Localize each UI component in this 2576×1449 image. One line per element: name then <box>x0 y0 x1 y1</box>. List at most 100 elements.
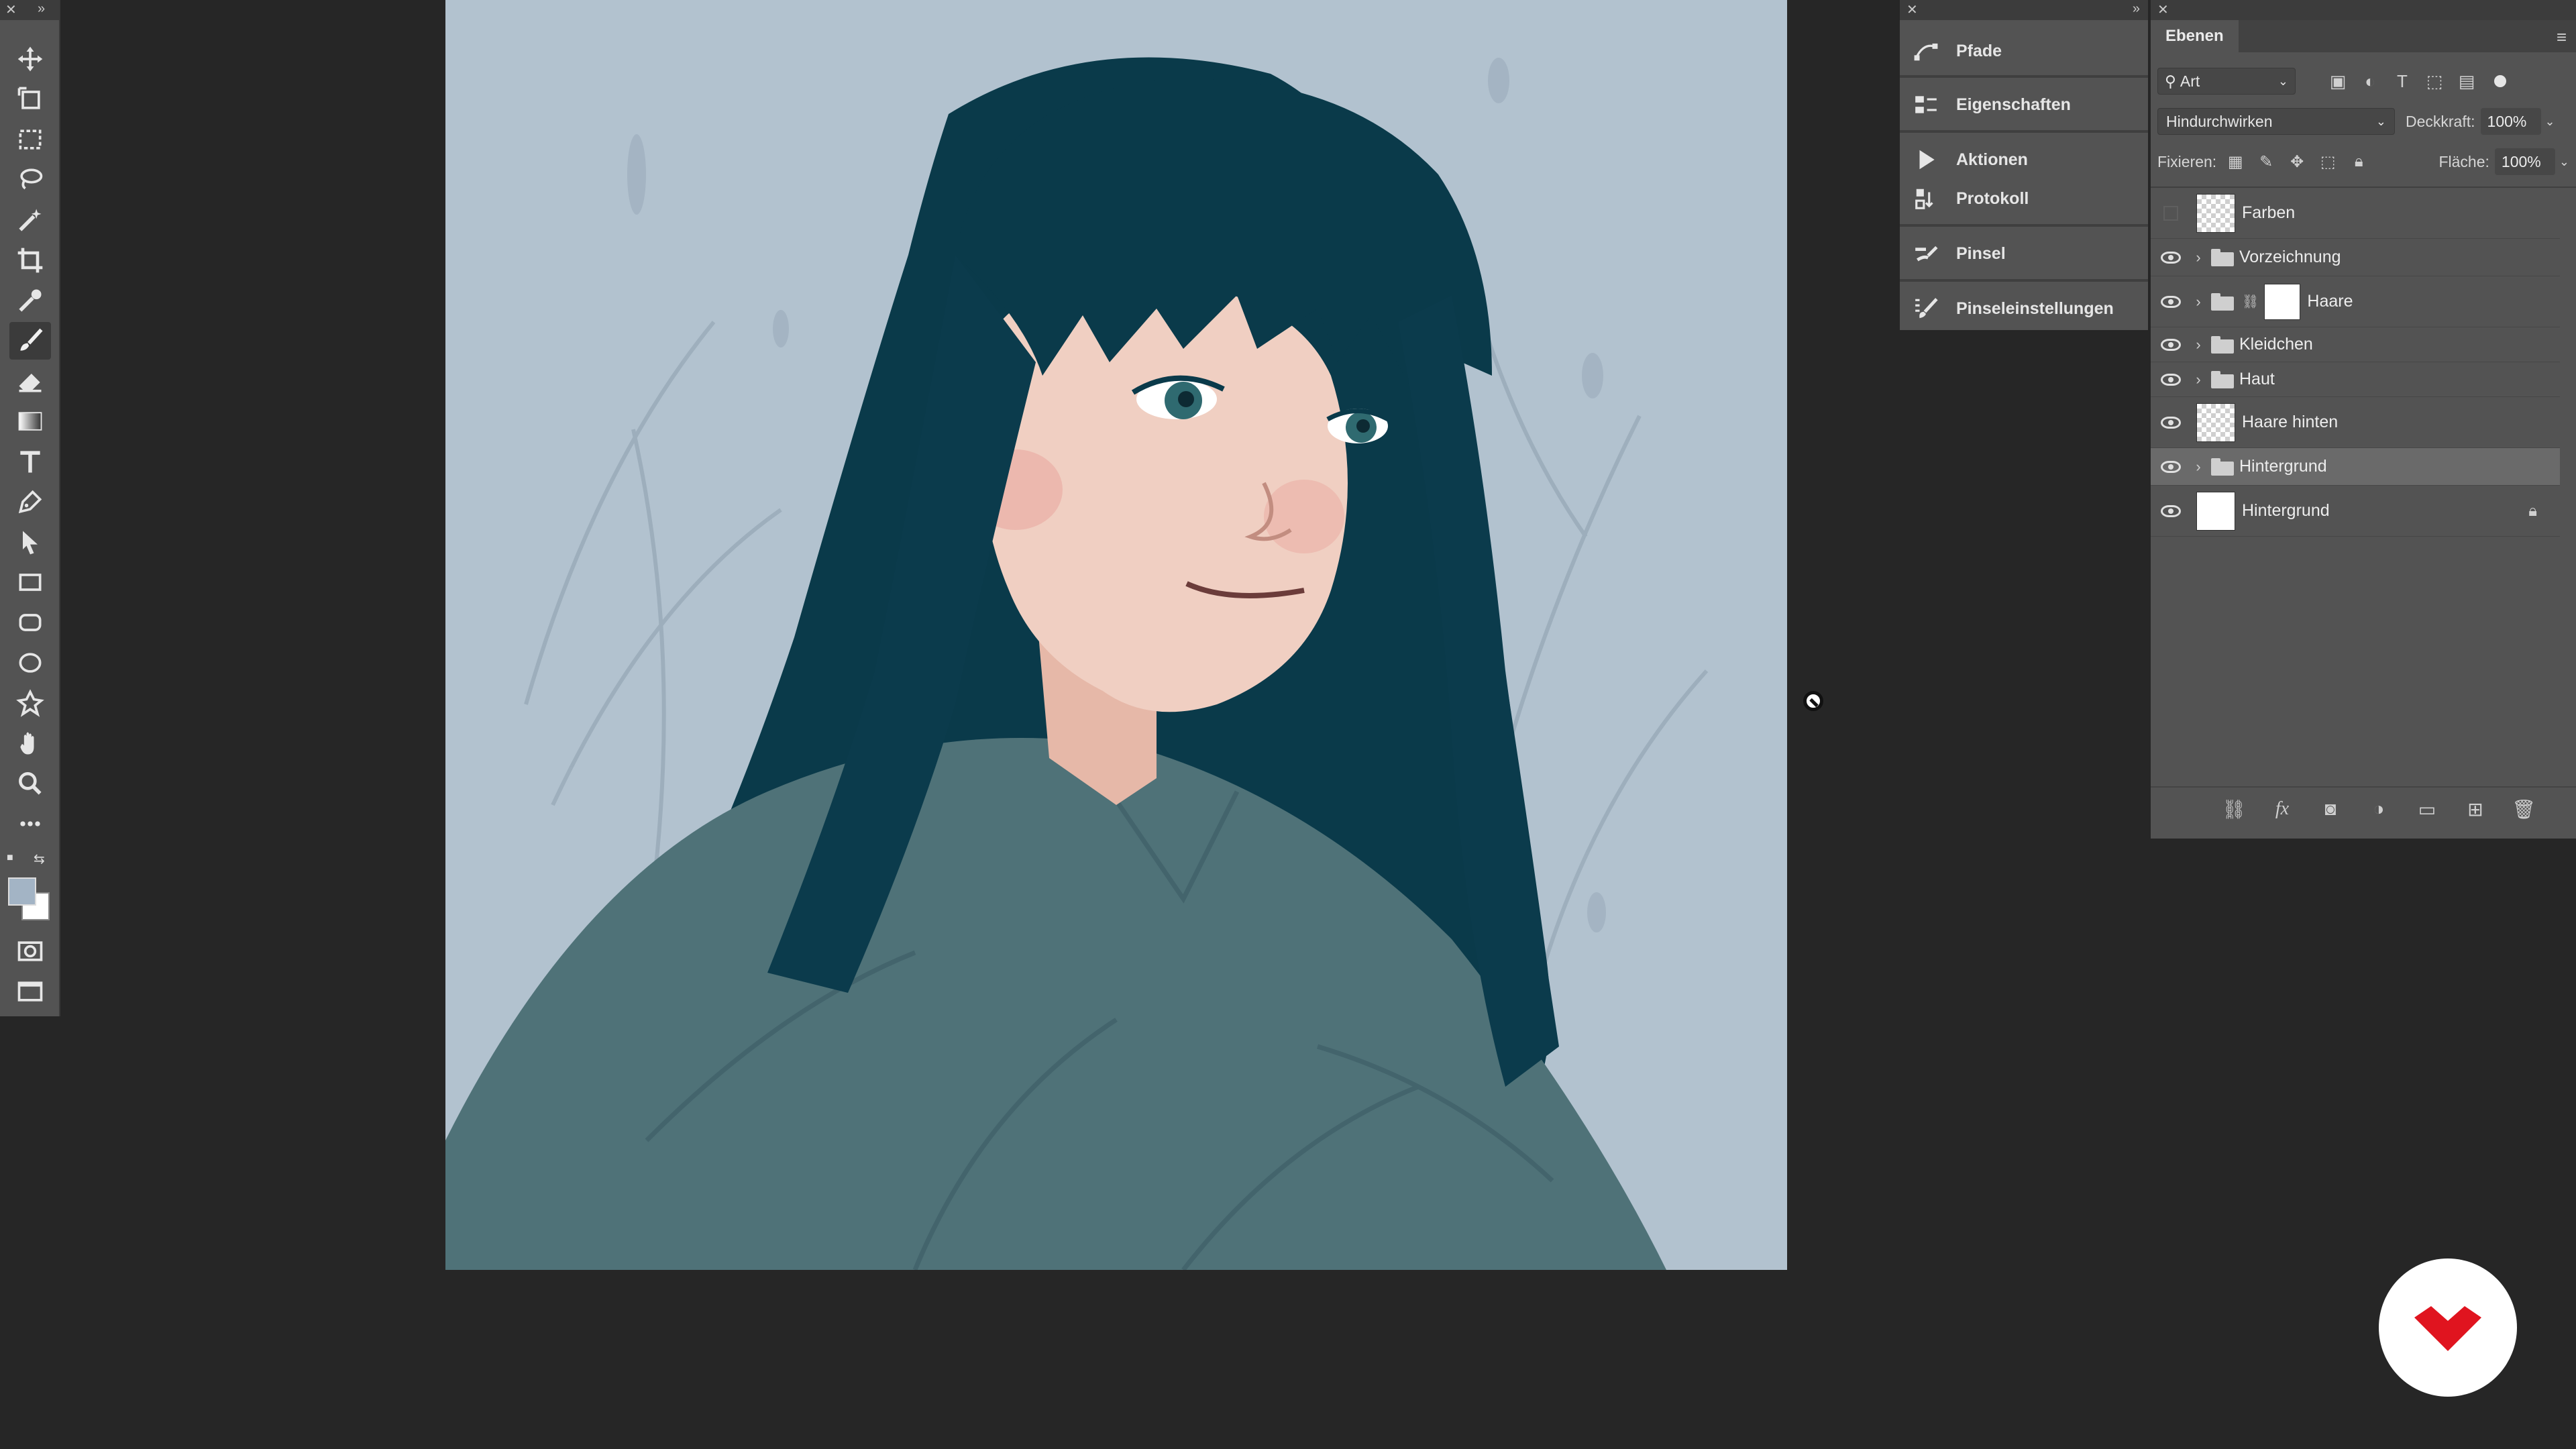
layer-row[interactable]: › ⛓︎ Haare <box>2151 276 2560 327</box>
chevron-right-icon[interactable]: › <box>2191 371 2206 388</box>
path-selection-icon <box>23 531 38 555</box>
zoom-tool[interactable] <box>9 765 51 802</box>
lock-pixels-icon[interactable]: ✎ <box>2255 151 2277 172</box>
layer-row[interactable]: › Kleidchen <box>2151 327 2560 362</box>
layer-row[interactable]: Haare hinten <box>2151 397 2560 448</box>
collapse-icon[interactable]: » <box>38 1 45 17</box>
artboard-tool[interactable] <box>9 80 51 118</box>
blend-mode-select[interactable]: Hindurchwirken ⌄ <box>2157 108 2395 135</box>
visibility-toggle[interactable] <box>2151 327 2191 362</box>
expand-icon[interactable]: » <box>2133 1 2140 17</box>
brush-cursor-icon <box>1803 691 1823 711</box>
visibility-toggle[interactable] <box>2151 239 2191 276</box>
ellipse-tool[interactable] <box>9 644 51 682</box>
trash-icon[interactable]: 🗑︎ <box>2512 798 2536 820</box>
gradient-tool[interactable] <box>9 402 51 440</box>
panel-history[interactable]: Protokoll <box>1900 176 2148 221</box>
crop-icon <box>17 248 43 273</box>
foreground-color-swatch[interactable] <box>8 877 36 906</box>
hand-tool[interactable] <box>9 724 51 762</box>
filter-kind-select[interactable]: ⚲ Art ⌄ <box>2157 68 2296 95</box>
pen-tool[interactable] <box>9 483 51 521</box>
filter-type-icon[interactable]: T <box>2391 70 2414 93</box>
chevron-right-icon[interactable]: › <box>2191 458 2206 476</box>
visibility-toggle[interactable] <box>2151 362 2191 396</box>
magic-wand-tool[interactable] <box>9 201 51 239</box>
path-selection-tool[interactable] <box>9 523 51 561</box>
close-icon[interactable]: ✕ <box>2157 1 2169 18</box>
panel-brush-settings[interactable]: Pinseleinstellungen <box>1900 286 2148 331</box>
quick-mask-icon <box>17 941 43 961</box>
layers-panel: ✕ Ebenen ≡ ⚲ Art ⌄ ▣ ◐ T ⬚ ▤ Hindurchwir… <box>2151 0 2576 839</box>
new-group-icon[interactable]: ▭ <box>2415 798 2439 820</box>
visibility-toggle[interactable] <box>2151 397 2191 447</box>
panel-divider <box>1900 279 2148 282</box>
layer-name: Haare hinten <box>2242 413 2339 431</box>
move-tool[interactable] <box>9 40 51 78</box>
default-colors-icon[interactable]: ■ <box>7 852 13 864</box>
opacity-input[interactable]: 100% <box>2480 108 2541 135</box>
type-tool[interactable] <box>9 443 51 480</box>
panel-brushes[interactable]: Pinsel <box>1900 231 2148 276</box>
link-icon[interactable]: ⛓︎ <box>2242 293 2259 310</box>
custom-shape-tool[interactable] <box>9 684 51 722</box>
link-layers-icon[interactable]: ⛓︎ <box>2222 798 2246 820</box>
marquee-tool[interactable] <box>9 121 51 158</box>
visibility-toggle[interactable] <box>2151 276 2191 327</box>
swap-colors-icon[interactable]: ⇆ <box>34 851 45 867</box>
brush-tool[interactable] <box>9 322 51 360</box>
layer-row[interactable]: › Vorzeichnung <box>2151 239 2560 276</box>
screen-mode-tool[interactable] <box>9 973 51 1010</box>
lasso-tool[interactable] <box>9 161 51 199</box>
panel-properties[interactable]: Eigenschaften <box>1900 82 2148 127</box>
layer-row-selected[interactable]: › Hintergrund <box>2151 448 2560 486</box>
visibility-toggle[interactable] <box>2151 448 2191 485</box>
fill-input[interactable]: 100% <box>2494 148 2555 175</box>
quick-mask-tool[interactable] <box>9 932 51 970</box>
filter-smart-object-icon[interactable]: ▤ <box>2455 70 2478 93</box>
document-canvas[interactable] <box>445 0 1787 1270</box>
tab-layers[interactable]: Ebenen <box>2151 20 2239 52</box>
lock-position-icon[interactable]: ✥ <box>2286 151 2308 172</box>
new-layer-icon[interactable]: ⊞ <box>2463 798 2487 820</box>
dock-header: ✕ » <box>1900 0 2148 20</box>
eyedropper-tool[interactable] <box>9 282 51 319</box>
layer-name: Vorzeichnung <box>2239 248 2341 266</box>
adjustment-layer-icon[interactable]: ◑ <box>2367 798 2391 820</box>
add-mask-icon[interactable]: ◙ <box>2318 798 2343 820</box>
close-icon[interactable]: ✕ <box>1907 1 1918 18</box>
lock-all-icon[interactable]: 🔒︎ <box>2348 151 2369 172</box>
chevron-down-icon[interactable]: ⌄ <box>2545 115 2555 129</box>
filter-pixel-icon[interactable]: ▣ <box>2326 70 2349 93</box>
visibility-toggle[interactable] <box>2151 188 2191 238</box>
folder-icon <box>2211 335 2234 354</box>
eraser-tool[interactable] <box>9 362 51 400</box>
fx-icon[interactable]: fx <box>2270 798 2294 820</box>
layer-row[interactable]: Hintergrund 🔒︎ <box>2151 486 2560 537</box>
chevron-down-icon[interactable]: ⌄ <box>2559 155 2569 169</box>
filter-shape-icon[interactable]: ⬚ <box>2423 70 2446 93</box>
brush-settings-icon <box>1912 294 1940 323</box>
rounded-rectangle-tool[interactable] <box>9 604 51 641</box>
panel-paths[interactable]: Pfade <box>1900 28 2148 74</box>
filter-toggle[interactable] <box>2494 75 2506 87</box>
layer-row[interactable]: Farben <box>2151 188 2560 239</box>
rectangle-tool[interactable] <box>9 564 51 601</box>
panel-menu-icon[interactable]: ≡ <box>2557 27 2567 48</box>
chevron-down-icon: ⌄ <box>2375 114 2386 128</box>
panel-actions-label: Aktionen <box>1956 150 2028 169</box>
close-icon[interactable]: ✕ <box>5 1 17 18</box>
lock-transparency-icon[interactable]: ▦ <box>2224 151 2246 172</box>
chevron-right-icon[interactable]: › <box>2191 336 2206 354</box>
visibility-toggle[interactable] <box>2151 486 2191 536</box>
logo-mark-icon <box>2414 1306 2481 1351</box>
chevron-right-icon[interactable]: › <box>2191 293 2206 311</box>
chevron-right-icon[interactable]: › <box>2191 249 2206 266</box>
crop-tool[interactable] <box>9 241 51 279</box>
more-tools[interactable] <box>9 805 51 843</box>
lock-artboard-icon[interactable]: ⬚ <box>2317 151 2339 172</box>
layer-mask-thumbnail[interactable] <box>2264 283 2301 320</box>
layer-row[interactable]: › Haut <box>2151 362 2560 397</box>
hand-icon <box>20 732 34 755</box>
filter-adjustment-icon[interactable]: ◐ <box>2359 70 2381 93</box>
